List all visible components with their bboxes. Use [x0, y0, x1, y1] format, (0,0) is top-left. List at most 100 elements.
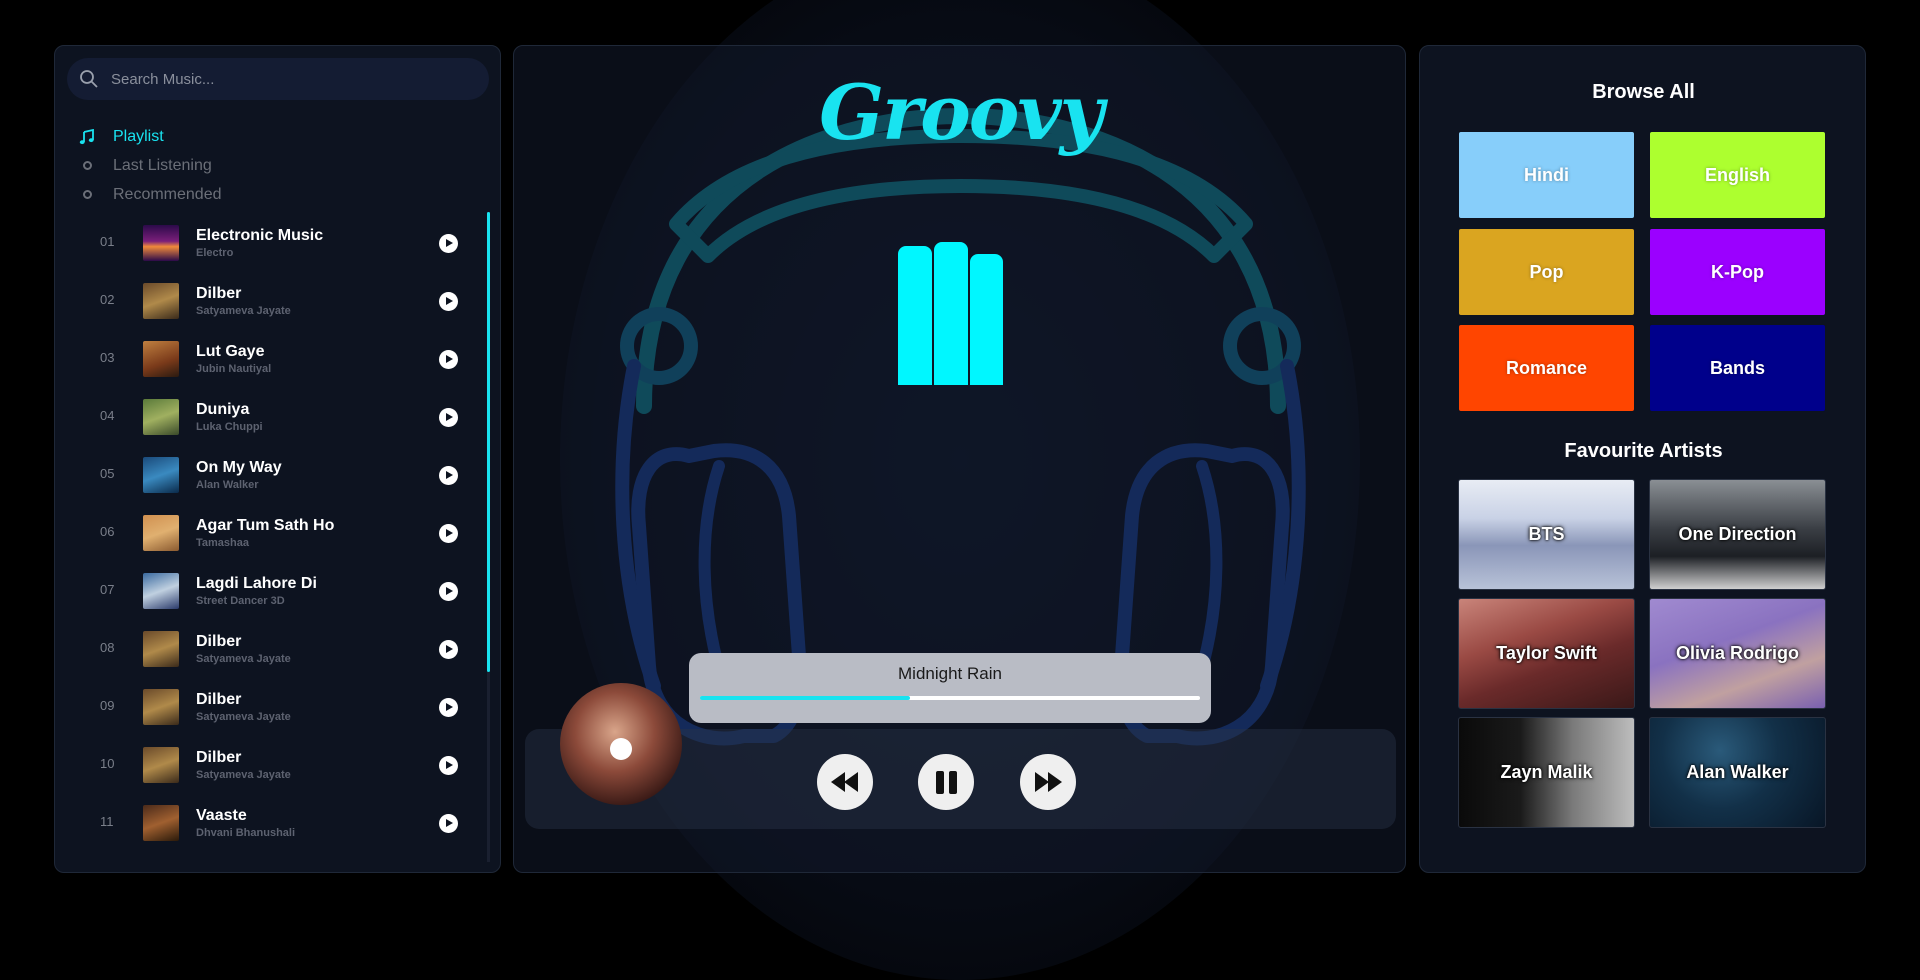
- artist-card-taylor-swift[interactable]: Taylor Swift: [1458, 598, 1635, 709]
- song-list: 01 Electronic Music Electro 02 Dilber Sa…: [55, 214, 485, 862]
- track-number: 05: [100, 466, 115, 481]
- play-icon[interactable]: [439, 756, 458, 775]
- nav-label: Last Listening: [113, 156, 212, 174]
- track-number: 09: [100, 698, 115, 713]
- track-number: 04: [100, 408, 115, 423]
- disc-center: [610, 738, 632, 760]
- nav-item-last-listening[interactable]: Last Listening: [77, 151, 222, 180]
- list-item[interactable]: 03 Lut Gaye Jubin Nautiyal: [55, 330, 485, 388]
- play-icon[interactable]: [439, 408, 458, 427]
- track-artist: Luka Chuppi: [196, 421, 263, 433]
- artist-label: Olivia Rodrigo: [1675, 643, 1799, 663]
- artist-card-olivia-rodrigo[interactable]: Olivia Rodrigo: [1649, 598, 1826, 709]
- list-item[interactable]: 08 Dilber Satyameva Jayate: [55, 620, 485, 678]
- track-title: Dilber: [196, 749, 242, 766]
- track-artist: Satyameva Jayate: [196, 653, 291, 665]
- track-artist: Satyameva Jayate: [196, 769, 291, 781]
- fast-forward-icon: [1035, 772, 1062, 792]
- play-icon[interactable]: [439, 582, 458, 601]
- list-item[interactable]: 04 Duniya Luka Chuppi: [55, 388, 485, 446]
- progress-bar[interactable]: [700, 696, 1200, 700]
- list-item[interactable]: 05 On My Way Alan Walker: [55, 446, 485, 504]
- search-input[interactable]: [111, 58, 471, 100]
- track-title: Agar Tum Sath Ho: [196, 517, 335, 534]
- track-artist: Dhvani Bhanushali: [196, 827, 296, 839]
- artist-label: Alan Walker: [1686, 762, 1789, 782]
- play-icon[interactable]: [439, 524, 458, 543]
- rewind-button[interactable]: [817, 754, 873, 810]
- now-playing-title: Midnight Rain: [898, 664, 1002, 683]
- list-item[interactable]: 09 Dilber Satyameva Jayate: [55, 678, 485, 736]
- nav-label: Playlist: [113, 127, 164, 145]
- playlist-panel: Playlist Last Listening Recommended 01 E…: [54, 45, 501, 873]
- track-artist: Alan Walker: [196, 479, 259, 491]
- fast-forward-button[interactable]: [1020, 754, 1076, 810]
- genre-tile-kpop[interactable]: K-Pop: [1649, 228, 1826, 316]
- play-icon[interactable]: [439, 234, 458, 253]
- list-item[interactable]: 01 Electronic Music Electro: [55, 214, 485, 272]
- list-item[interactable]: 07 Lagdi Lahore Di Street Dancer 3D: [55, 562, 485, 620]
- artist-card-bts[interactable]: BTS: [1458, 479, 1635, 590]
- album-art: [143, 689, 179, 725]
- artist-card-one-direction[interactable]: One Direction: [1649, 479, 1826, 590]
- track-number: 10: [100, 756, 115, 771]
- artist-label: BTS: [1528, 524, 1565, 544]
- equalizer-bar: [970, 254, 1003, 385]
- equalizer-bar: [898, 246, 932, 385]
- track-title: Dilber: [196, 691, 242, 708]
- list-item[interactable]: 02 Dilber Satyameva Jayate: [55, 272, 485, 330]
- track-artist: Satyameva Jayate: [196, 305, 291, 317]
- play-icon[interactable]: [439, 814, 458, 833]
- album-art: [143, 283, 179, 319]
- favourite-artists-heading: Favourite Artists: [1564, 440, 1723, 462]
- equalizer-bar: [934, 242, 968, 385]
- track-title: Dilber: [196, 633, 242, 650]
- progress-fill: [700, 696, 910, 700]
- album-art: [143, 399, 179, 435]
- pause-button[interactable]: [918, 754, 974, 810]
- track-artist: Tamashaa: [196, 537, 249, 549]
- nav-item-recommended[interactable]: Recommended: [77, 180, 222, 209]
- list-item[interactable]: 10 Dilber Satyameva Jayate: [55, 736, 485, 794]
- album-art: [143, 747, 179, 783]
- scrollbar-thumb[interactable]: [487, 212, 490, 672]
- track-number: 01: [100, 234, 115, 249]
- play-icon[interactable]: [439, 350, 458, 369]
- play-icon[interactable]: [439, 466, 458, 485]
- album-art: [143, 805, 179, 841]
- track-artist: Electro: [196, 247, 234, 259]
- list-item[interactable]: 06 Agar Tum Sath Ho Tamashaa: [55, 504, 485, 562]
- circle-icon: [82, 190, 92, 199]
- genre-tile-english[interactable]: English: [1649, 131, 1826, 219]
- genre-tile-hindi[interactable]: Hindi: [1458, 131, 1635, 219]
- search-bar[interactable]: [67, 58, 489, 100]
- circle-icon: [82, 161, 92, 170]
- play-icon[interactable]: [439, 640, 458, 659]
- genre-tile-pop[interactable]: Pop: [1458, 228, 1635, 316]
- track-title: Vaaste: [196, 807, 247, 824]
- artist-label: One Direction: [1678, 524, 1797, 544]
- artist-card-alan-walker[interactable]: Alan Walker: [1649, 717, 1826, 828]
- nav-label: Recommended: [113, 185, 222, 203]
- nav-item-playlist[interactable]: Playlist: [77, 122, 222, 151]
- track-number: 08: [100, 640, 115, 655]
- search-icon: [80, 70, 98, 88]
- genre-label: Hindi: [1524, 164, 1569, 185]
- genre-tile-romance[interactable]: Romance: [1458, 324, 1635, 412]
- track-number: 02: [100, 292, 115, 307]
- browse-all-heading: Browse All: [1592, 81, 1695, 103]
- track-title: Lagdi Lahore Di: [196, 575, 317, 592]
- track-artist: Satyameva Jayate: [196, 711, 291, 723]
- app-logo: Groovy: [819, 68, 1104, 157]
- rewind-icon: [831, 772, 858, 792]
- play-icon[interactable]: [439, 292, 458, 311]
- album-art: [143, 631, 179, 667]
- track-title: Duniya: [196, 401, 250, 418]
- track-number: 06: [100, 524, 115, 539]
- genre-label: Bands: [1709, 357, 1765, 378]
- artist-card-zayn-malik[interactable]: Zayn Malik: [1458, 717, 1635, 828]
- genre-tile-bands[interactable]: Bands: [1649, 324, 1826, 412]
- list-item[interactable]: 11 Vaaste Dhvani Bhanushali: [55, 794, 485, 852]
- play-icon[interactable]: [439, 698, 458, 717]
- track-title: Lut Gaye: [196, 343, 265, 360]
